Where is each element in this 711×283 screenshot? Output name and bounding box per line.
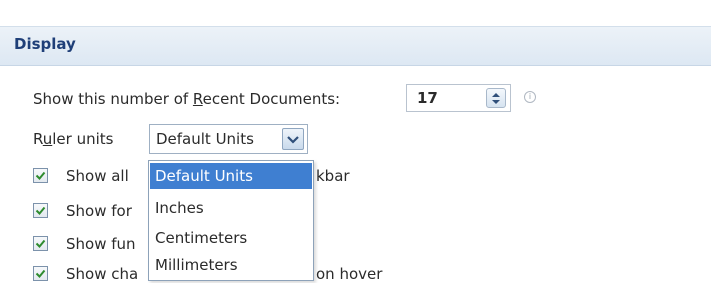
- show-cha-label-tail: on hover: [316, 265, 383, 283]
- show-for-label: Show for: [66, 202, 132, 220]
- info-icon[interactable]: i: [524, 91, 536, 103]
- show-fun-label: Show fun: [66, 235, 136, 253]
- checkbox-show-all[interactable]: [33, 168, 48, 183]
- show-all-label-tail: kbar: [316, 167, 350, 185]
- checkbox-show-fun[interactable]: [33, 236, 48, 251]
- display-section-header: Display: [0, 26, 711, 66]
- section-title: Display: [14, 35, 76, 53]
- recent-documents-spinner[interactable]: 17: [406, 84, 511, 112]
- check-mark-icon: [35, 206, 46, 215]
- ruler-units-label: Ruler units: [33, 130, 114, 148]
- ruler-units-select[interactable]: Default Units: [149, 124, 308, 154]
- check-mark-icon: [35, 171, 46, 180]
- checkbox-show-cha[interactable]: [33, 266, 48, 281]
- recent-documents-label: Show this number of Recent Documents:: [33, 90, 341, 108]
- chevron-down-icon[interactable]: [282, 128, 304, 150]
- dropdown-option-millimeters[interactable]: Millimeters: [150, 252, 312, 278]
- show-cha-label: Show cha: [66, 265, 139, 283]
- dropdown-option-centimeters[interactable]: Centimeters: [150, 225, 312, 251]
- recent-documents-value[interactable]: 17: [417, 89, 438, 107]
- dropdown-option-default-units[interactable]: Default Units: [150, 163, 312, 189]
- show-all-label: Show all: [66, 167, 129, 185]
- ruler-units-selected-value: Default Units: [156, 130, 254, 148]
- check-mark-icon: [35, 239, 46, 248]
- spinner-up-down-icon[interactable]: [486, 88, 506, 108]
- ruler-units-dropdown-list: Default Units Inches Centimeters Millime…: [148, 160, 314, 281]
- checkbox-show-for[interactable]: [33, 203, 48, 218]
- check-mark-icon: [35, 269, 46, 278]
- dropdown-option-inches[interactable]: Inches: [150, 195, 312, 221]
